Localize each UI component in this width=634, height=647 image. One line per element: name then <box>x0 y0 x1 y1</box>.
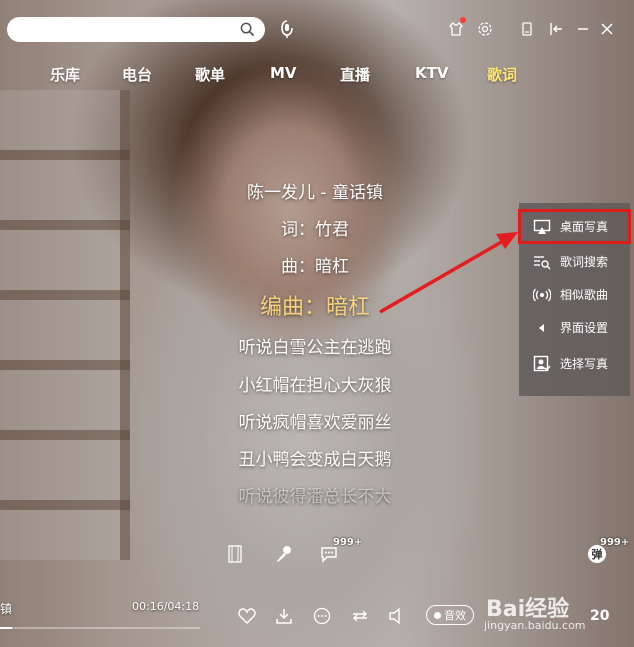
comment-count-badge: 999+ <box>333 537 363 548</box>
lyric-line[interactable]: 听说白雪公主在逃跑 <box>150 333 480 358</box>
menu-item-similar-songs[interactable]: 相似歌曲 <box>519 278 630 311</box>
microphone-icon[interactable] <box>273 543 295 565</box>
mini-mode-icon[interactable] <box>516 18 538 40</box>
sound-effect-button[interactable]: 音效 <box>426 605 474 625</box>
menu-item-label: 相似歌曲 <box>560 288 609 302</box>
menu-item-label: 界面设置 <box>560 321 609 335</box>
lyric-line[interactable]: 小红帽在担心大灰狼 <box>150 371 480 396</box>
triangle-left-icon <box>533 319 551 337</box>
search-icon[interactable] <box>240 22 255 37</box>
lyric-line[interactable]: 丑小鸭会变成白天鹅 <box>150 445 480 470</box>
collapse-icon[interactable] <box>545 18 567 40</box>
song-title-scroll: 镇 <box>0 602 13 616</box>
lyric-line[interactable]: 听说疯帽喜欢爱丽丝 <box>150 408 480 433</box>
loop-icon[interactable] <box>349 605 371 627</box>
current-lyric-line[interactable]: 编曲：暗杠 <box>150 289 480 321</box>
skin-icon[interactable] <box>445 17 467 40</box>
progress-fill <box>0 627 13 629</box>
voice-search-icon[interactable] <box>278 19 296 39</box>
lyric-search-icon <box>533 253 551 271</box>
lyric-line[interactable]: 听说彼得潘总长不大 <box>150 482 480 507</box>
lyric-line[interactable]: 陈一发儿 - 童话镇 <box>150 178 480 203</box>
nav-tab-live[interactable]: 直播 <box>340 64 370 85</box>
close-icon[interactable] <box>596 18 618 40</box>
menu-item-ui-settings[interactable]: 界面设置 <box>519 311 630 344</box>
effect-dot-icon <box>434 611 441 619</box>
sound-effect-label: 音效 <box>444 609 466 622</box>
lyric-line[interactable]: 词：竹君 <box>150 215 480 240</box>
lyrics-side-menu: 桌面写真 歌词搜索 相似歌曲 界面设置 选择写真 <box>518 203 631 396</box>
menu-item-choose-photo[interactable]: 选择写真 <box>519 347 630 380</box>
download-icon[interactable] <box>273 605 295 627</box>
menu-item-label: 选择写真 <box>560 357 609 371</box>
minimize-icon[interactable] <box>572 18 594 40</box>
nav-tab-radio[interactable]: 电台 <box>122 64 152 85</box>
search-input[interactable] <box>7 17 227 42</box>
settings-icon[interactable] <box>474 18 496 40</box>
more-icon[interactable] <box>311 605 333 627</box>
screen-icon <box>533 218 551 236</box>
playback-time: 00:16/04:18 <box>132 600 200 613</box>
main-nav: 乐库 电台 歌单 MV 直播 KTV 歌词 <box>0 64 634 86</box>
menu-item-label: 歌词搜索 <box>560 255 609 269</box>
lyric-line[interactable]: 曲：暗杠 <box>150 252 480 277</box>
search-box[interactable] <box>7 17 265 42</box>
progress-bar[interactable] <box>0 627 200 629</box>
menu-item-lyric-search[interactable]: 歌词搜索 <box>519 245 630 278</box>
portrait-icon <box>533 355 551 373</box>
menu-item-label: 桌面写真 <box>560 220 609 234</box>
nav-tab-mv[interactable]: MV <box>270 64 297 82</box>
notification-dot <box>460 17 466 23</box>
broadcast-icon <box>533 286 551 304</box>
film-icon[interactable] <box>224 543 246 565</box>
playlist-count: 20 <box>590 608 610 624</box>
nav-tab-lyrics[interactable]: 歌词 <box>487 64 517 85</box>
nav-tab-library[interactable]: 乐库 <box>50 64 80 85</box>
nav-tab-ktv[interactable]: KTV <box>415 64 448 82</box>
nav-tab-playlist[interactable]: 歌单 <box>195 64 225 85</box>
like-icon[interactable] <box>236 605 258 627</box>
volume-icon[interactable] <box>386 605 408 627</box>
watermark-url: jingyan.baidu.com <box>484 619 586 632</box>
danmaku-count-badge: 999+ <box>600 537 630 548</box>
menu-item-desktop-photo[interactable]: 桌面写真 <box>518 209 631 244</box>
